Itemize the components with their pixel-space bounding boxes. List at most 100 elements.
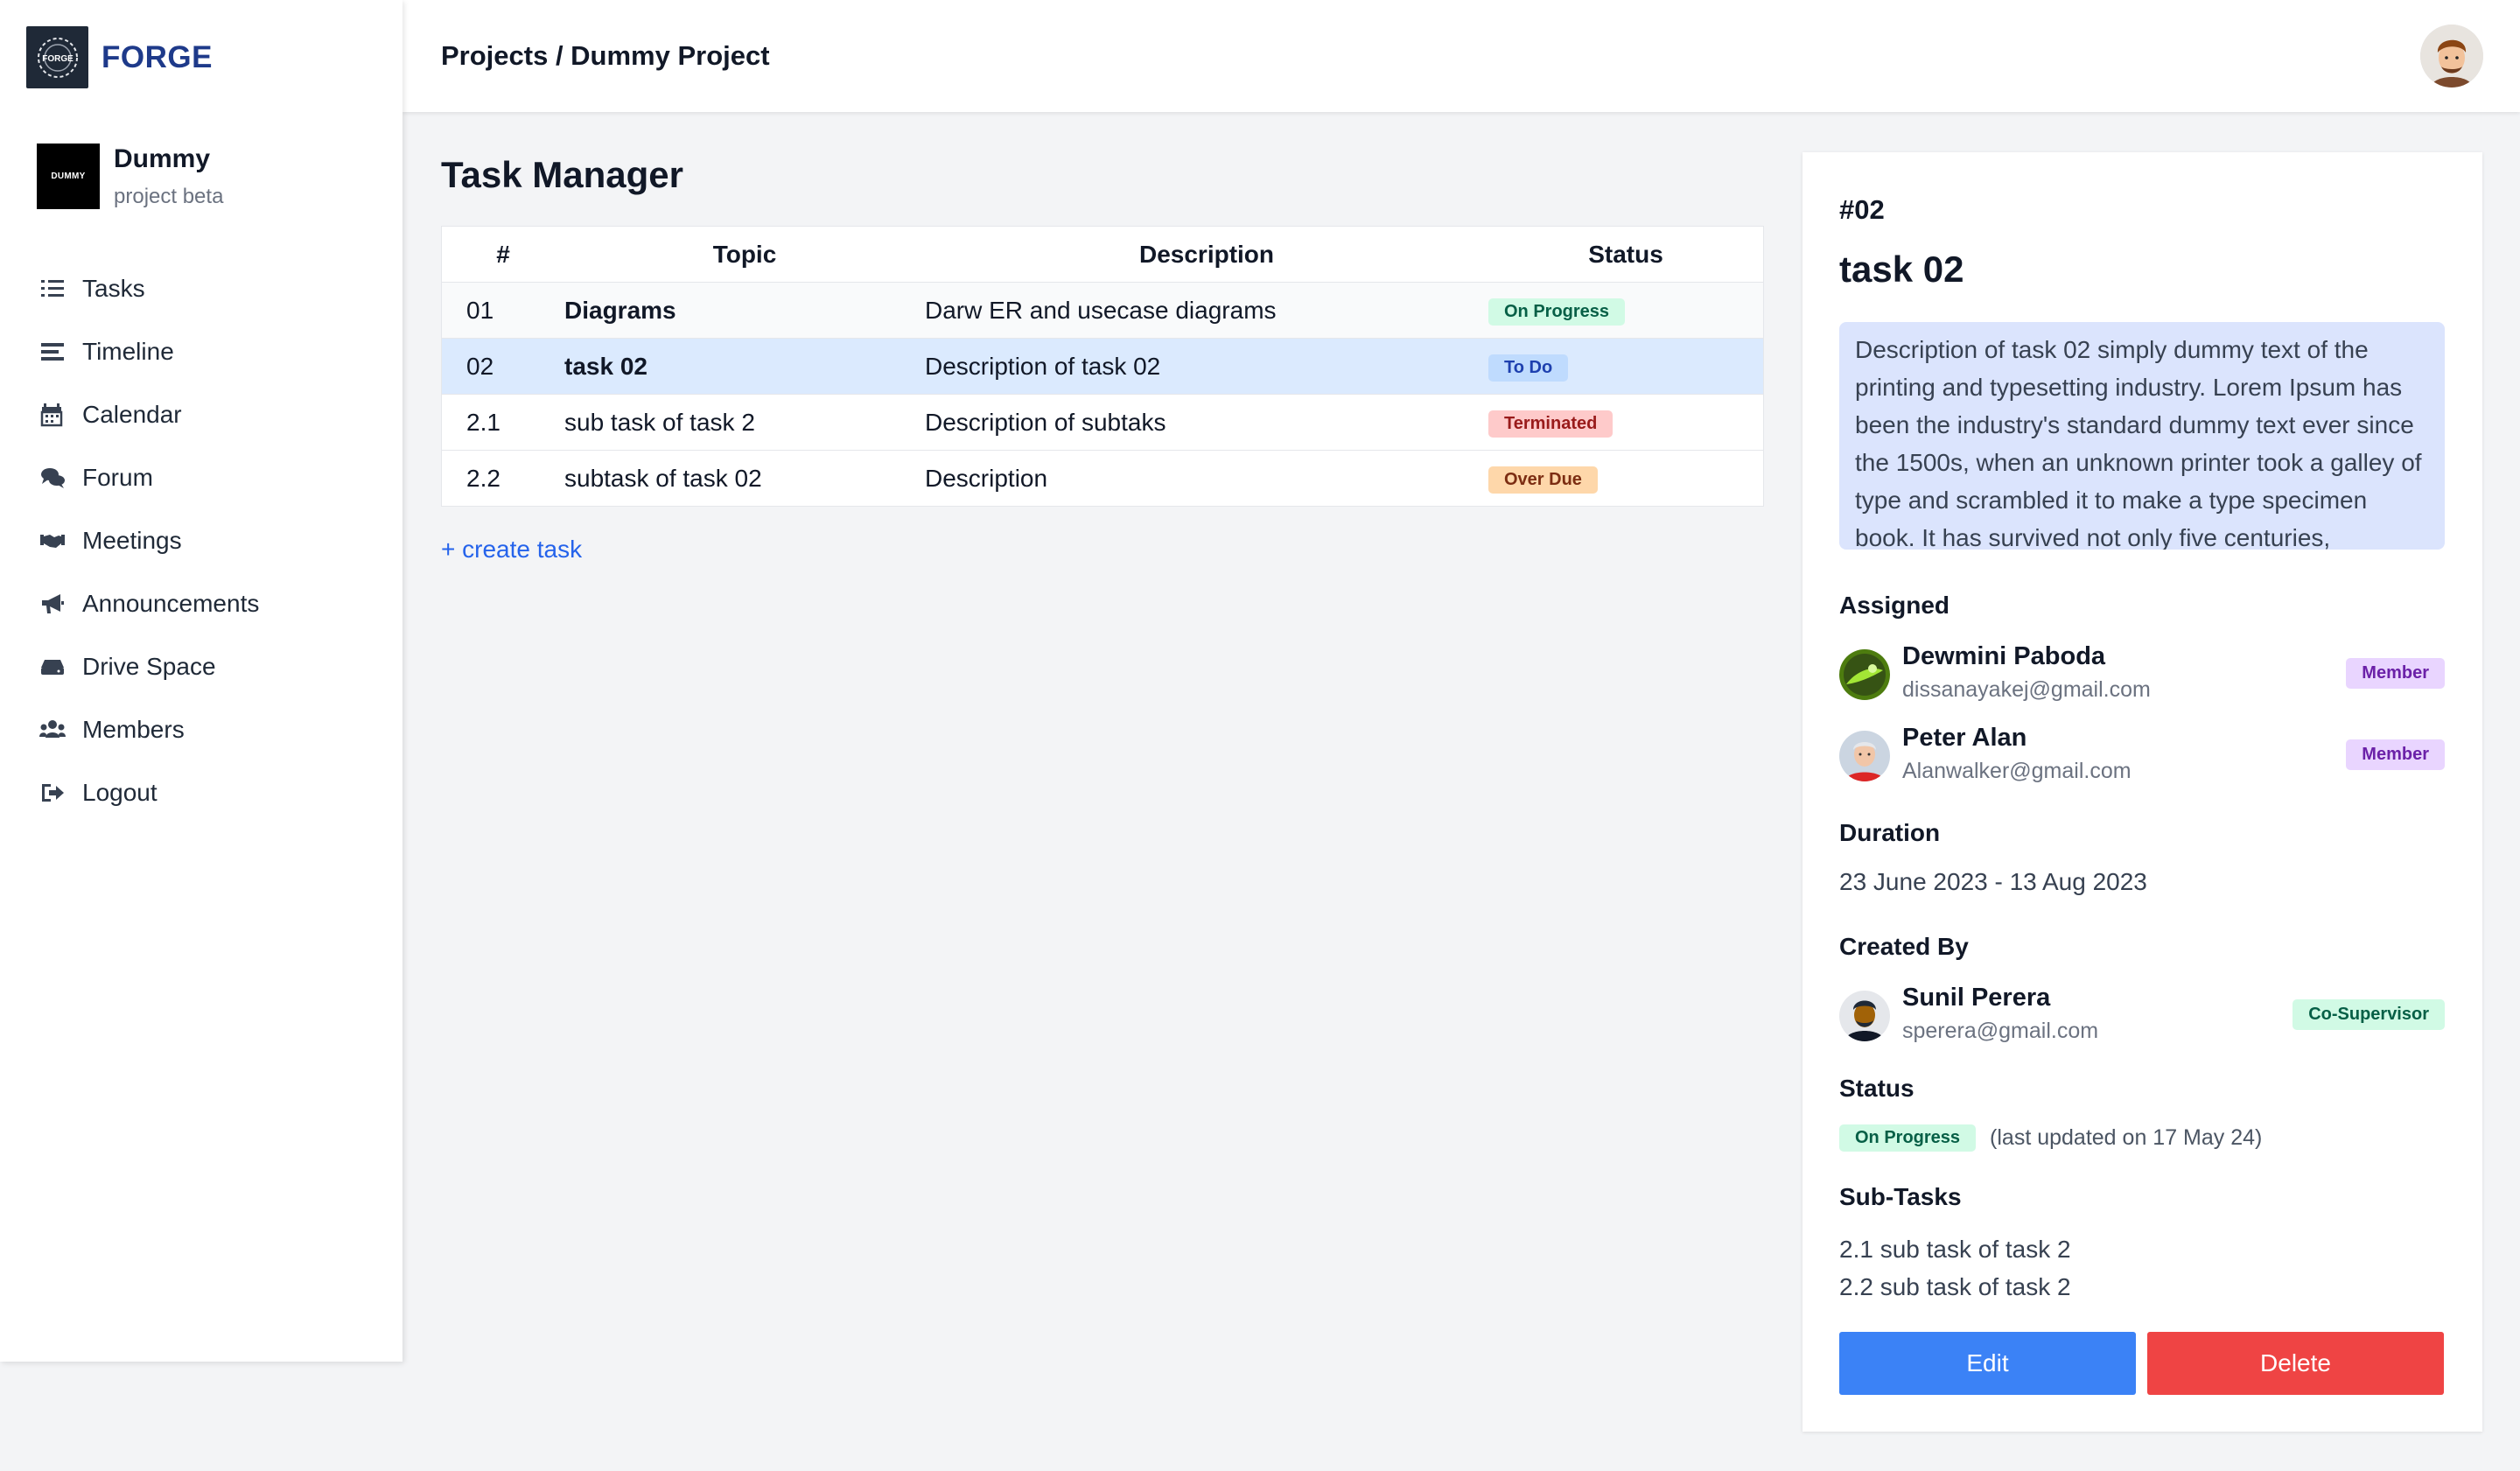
column-header-topic: Topic bbox=[712, 240, 777, 268]
role-badge: Member bbox=[2346, 658, 2445, 689]
calendar-icon bbox=[37, 399, 68, 431]
row-id: 2.1 bbox=[466, 408, 500, 436]
sidebar-item-announcements[interactable]: Announcements bbox=[37, 585, 259, 623]
status-badge: On Progress bbox=[1839, 1124, 1977, 1152]
task-detail-panel: #02 task 02 Description of task 02 simpl… bbox=[1802, 152, 2482, 1432]
avatar bbox=[1839, 649, 1890, 700]
sidebar-item-meetings[interactable]: Meetings bbox=[37, 522, 182, 560]
duration-value: 23 June 2023 - 13 Aug 2023 bbox=[1839, 868, 2147, 895]
task-description: Description of task 02 simply dummy text… bbox=[1839, 322, 2445, 550]
sidebar-item-label: Members bbox=[82, 716, 185, 743]
status-row: On Progress (last updated on 17 May 24) bbox=[1839, 1124, 2262, 1152]
logout-icon bbox=[37, 777, 68, 809]
forum-icon bbox=[37, 462, 68, 494]
creator-email: sperera@gmail.com bbox=[1902, 1019, 2099, 1043]
sidebar: FORGE FORGE DUMMY Dummy project beta Tas… bbox=[0, 0, 402, 1362]
role-badge: Member bbox=[2346, 739, 2445, 770]
sidebar-item-tasks[interactable]: Tasks bbox=[37, 270, 145, 308]
assignee-row: Peter Alan Alanwalker@gmail.com Member bbox=[1839, 724, 2445, 787]
created-by-heading: Created By bbox=[1839, 933, 1969, 960]
assignee-email: Alanwalker@gmail.com bbox=[1902, 759, 2132, 783]
assignee-email: dissanayakej@gmail.com bbox=[1902, 677, 2151, 702]
table-row[interactable]: 2.1 sub task of task 2 Description of su… bbox=[442, 395, 1763, 451]
user-avatar[interactable] bbox=[2420, 25, 2483, 88]
sidebar-item-calendar[interactable]: Calendar bbox=[37, 396, 182, 434]
sidebar-item-label: Timeline bbox=[82, 338, 174, 365]
members-icon bbox=[37, 714, 68, 746]
sidebar-item-label: Forum bbox=[82, 464, 153, 491]
row-id: 2.2 bbox=[466, 464, 500, 492]
avatar bbox=[1839, 991, 1890, 1041]
forge-logo-icon: FORGE bbox=[37, 37, 78, 78]
subtask-item[interactable]: 2.2 sub task of task 2 bbox=[1839, 1268, 2071, 1306]
sidebar-item-logout[interactable]: Logout bbox=[37, 774, 158, 812]
row-topic: Diagrams bbox=[564, 296, 676, 324]
row-description: Darw ER and usecase diagrams bbox=[925, 296, 1277, 324]
top-header: Projects / Dummy Project bbox=[402, 0, 2520, 112]
column-header-id: # bbox=[496, 240, 510, 268]
drive-icon bbox=[37, 651, 68, 683]
status-badge: To Do bbox=[1488, 354, 1569, 382]
row-id: 02 bbox=[466, 352, 494, 380]
avatar bbox=[1839, 731, 1890, 781]
duration-heading: Duration bbox=[1839, 819, 1941, 846]
status-heading: Status bbox=[1839, 1075, 1914, 1102]
role-badge: Co-Supervisor bbox=[2292, 999, 2445, 1030]
sidebar-item-label: Announcements bbox=[82, 590, 260, 617]
table-row[interactable]: 2.2 subtask of task 02 Description Over … bbox=[442, 451, 1763, 506]
row-topic: sub task of task 2 bbox=[564, 408, 755, 436]
project-card[interactable]: DUMMY Dummy project beta bbox=[37, 144, 223, 209]
table-row-selected[interactable]: 02 task 02 Description of task 02 To Do bbox=[442, 339, 1763, 395]
forge-logo-text: FORGE bbox=[42, 54, 74, 64]
row-id: 01 bbox=[466, 296, 494, 324]
creator-row: Sunil Perera sperera@gmail.com Co-Superv… bbox=[1839, 984, 2445, 1047]
column-header-status: Status bbox=[1588, 240, 1663, 268]
sidebar-item-members[interactable]: Members bbox=[37, 711, 185, 749]
sidebar-item-forum[interactable]: Forum bbox=[37, 459, 153, 497]
tasks-icon bbox=[37, 273, 68, 305]
row-topic: task 02 bbox=[564, 352, 648, 380]
delete-button[interactable]: Delete bbox=[2147, 1332, 2444, 1395]
status-badge: On Progress bbox=[1488, 298, 1626, 326]
row-description: Description of subtaks bbox=[925, 408, 1166, 436]
subtasks-heading: Sub-Tasks bbox=[1839, 1183, 1962, 1210]
table-row[interactable]: 01 Diagrams Darw ER and usecase diagrams… bbox=[442, 283, 1763, 339]
table-header: # Topic Description Status bbox=[442, 227, 1763, 283]
breadcrumb[interactable]: Projects / Dummy Project bbox=[441, 40, 770, 72]
assigned-heading: Assigned bbox=[1839, 592, 1950, 619]
task-table: # Topic Description Status 01 Diagrams D… bbox=[441, 226, 1764, 507]
row-description: Description bbox=[925, 464, 1048, 492]
sidebar-item-label: Meetings bbox=[82, 527, 182, 554]
handshake-icon bbox=[37, 525, 68, 557]
sidebar-item-label: Calendar bbox=[82, 401, 182, 428]
brand-name: FORGE bbox=[102, 39, 213, 74]
assignee-name: Dewmini Paboda bbox=[1902, 642, 2106, 670]
forge-logo: FORGE bbox=[26, 26, 88, 88]
status-badge: Terminated bbox=[1488, 410, 1614, 438]
task-id: #02 bbox=[1839, 194, 1885, 225]
edit-button[interactable]: Edit bbox=[1839, 1332, 2136, 1395]
brand[interactable]: FORGE FORGE bbox=[26, 26, 213, 88]
project-logo: DUMMY bbox=[37, 144, 100, 209]
assignee-name: Peter Alan bbox=[1902, 724, 2027, 752]
subtasks-list: 2.1 sub task of task 2 2.2 sub task of t… bbox=[1839, 1230, 2071, 1306]
sidebar-item-label: Tasks bbox=[82, 275, 145, 302]
status-updated-note: (last updated on 17 May 24) bbox=[1990, 1125, 2263, 1150]
megaphone-icon bbox=[37, 588, 68, 620]
timeline-icon bbox=[37, 336, 68, 368]
page-title: Task Manager bbox=[441, 154, 683, 195]
sidebar-item-label: Logout bbox=[82, 779, 158, 806]
create-task-link[interactable]: + create task bbox=[441, 536, 582, 564]
row-topic: subtask of task 02 bbox=[564, 464, 762, 492]
project-name: Dummy bbox=[114, 144, 211, 173]
task-title: task 02 bbox=[1839, 249, 1964, 290]
column-header-description: Description bbox=[1138, 240, 1275, 268]
subtask-item[interactable]: 2.1 sub task of task 2 bbox=[1839, 1230, 2071, 1268]
project-subtitle: project beta bbox=[114, 184, 224, 208]
creator-name: Sunil Perera bbox=[1902, 984, 2051, 1012]
sidebar-item-drive-space[interactable]: Drive Space bbox=[37, 648, 216, 686]
row-description: Description of task 02 bbox=[925, 352, 1161, 380]
sidebar-item-timeline[interactable]: Timeline bbox=[37, 333, 174, 371]
status-badge: Over Due bbox=[1488, 466, 1598, 494]
sidebar-item-label: Drive Space bbox=[82, 653, 216, 680]
